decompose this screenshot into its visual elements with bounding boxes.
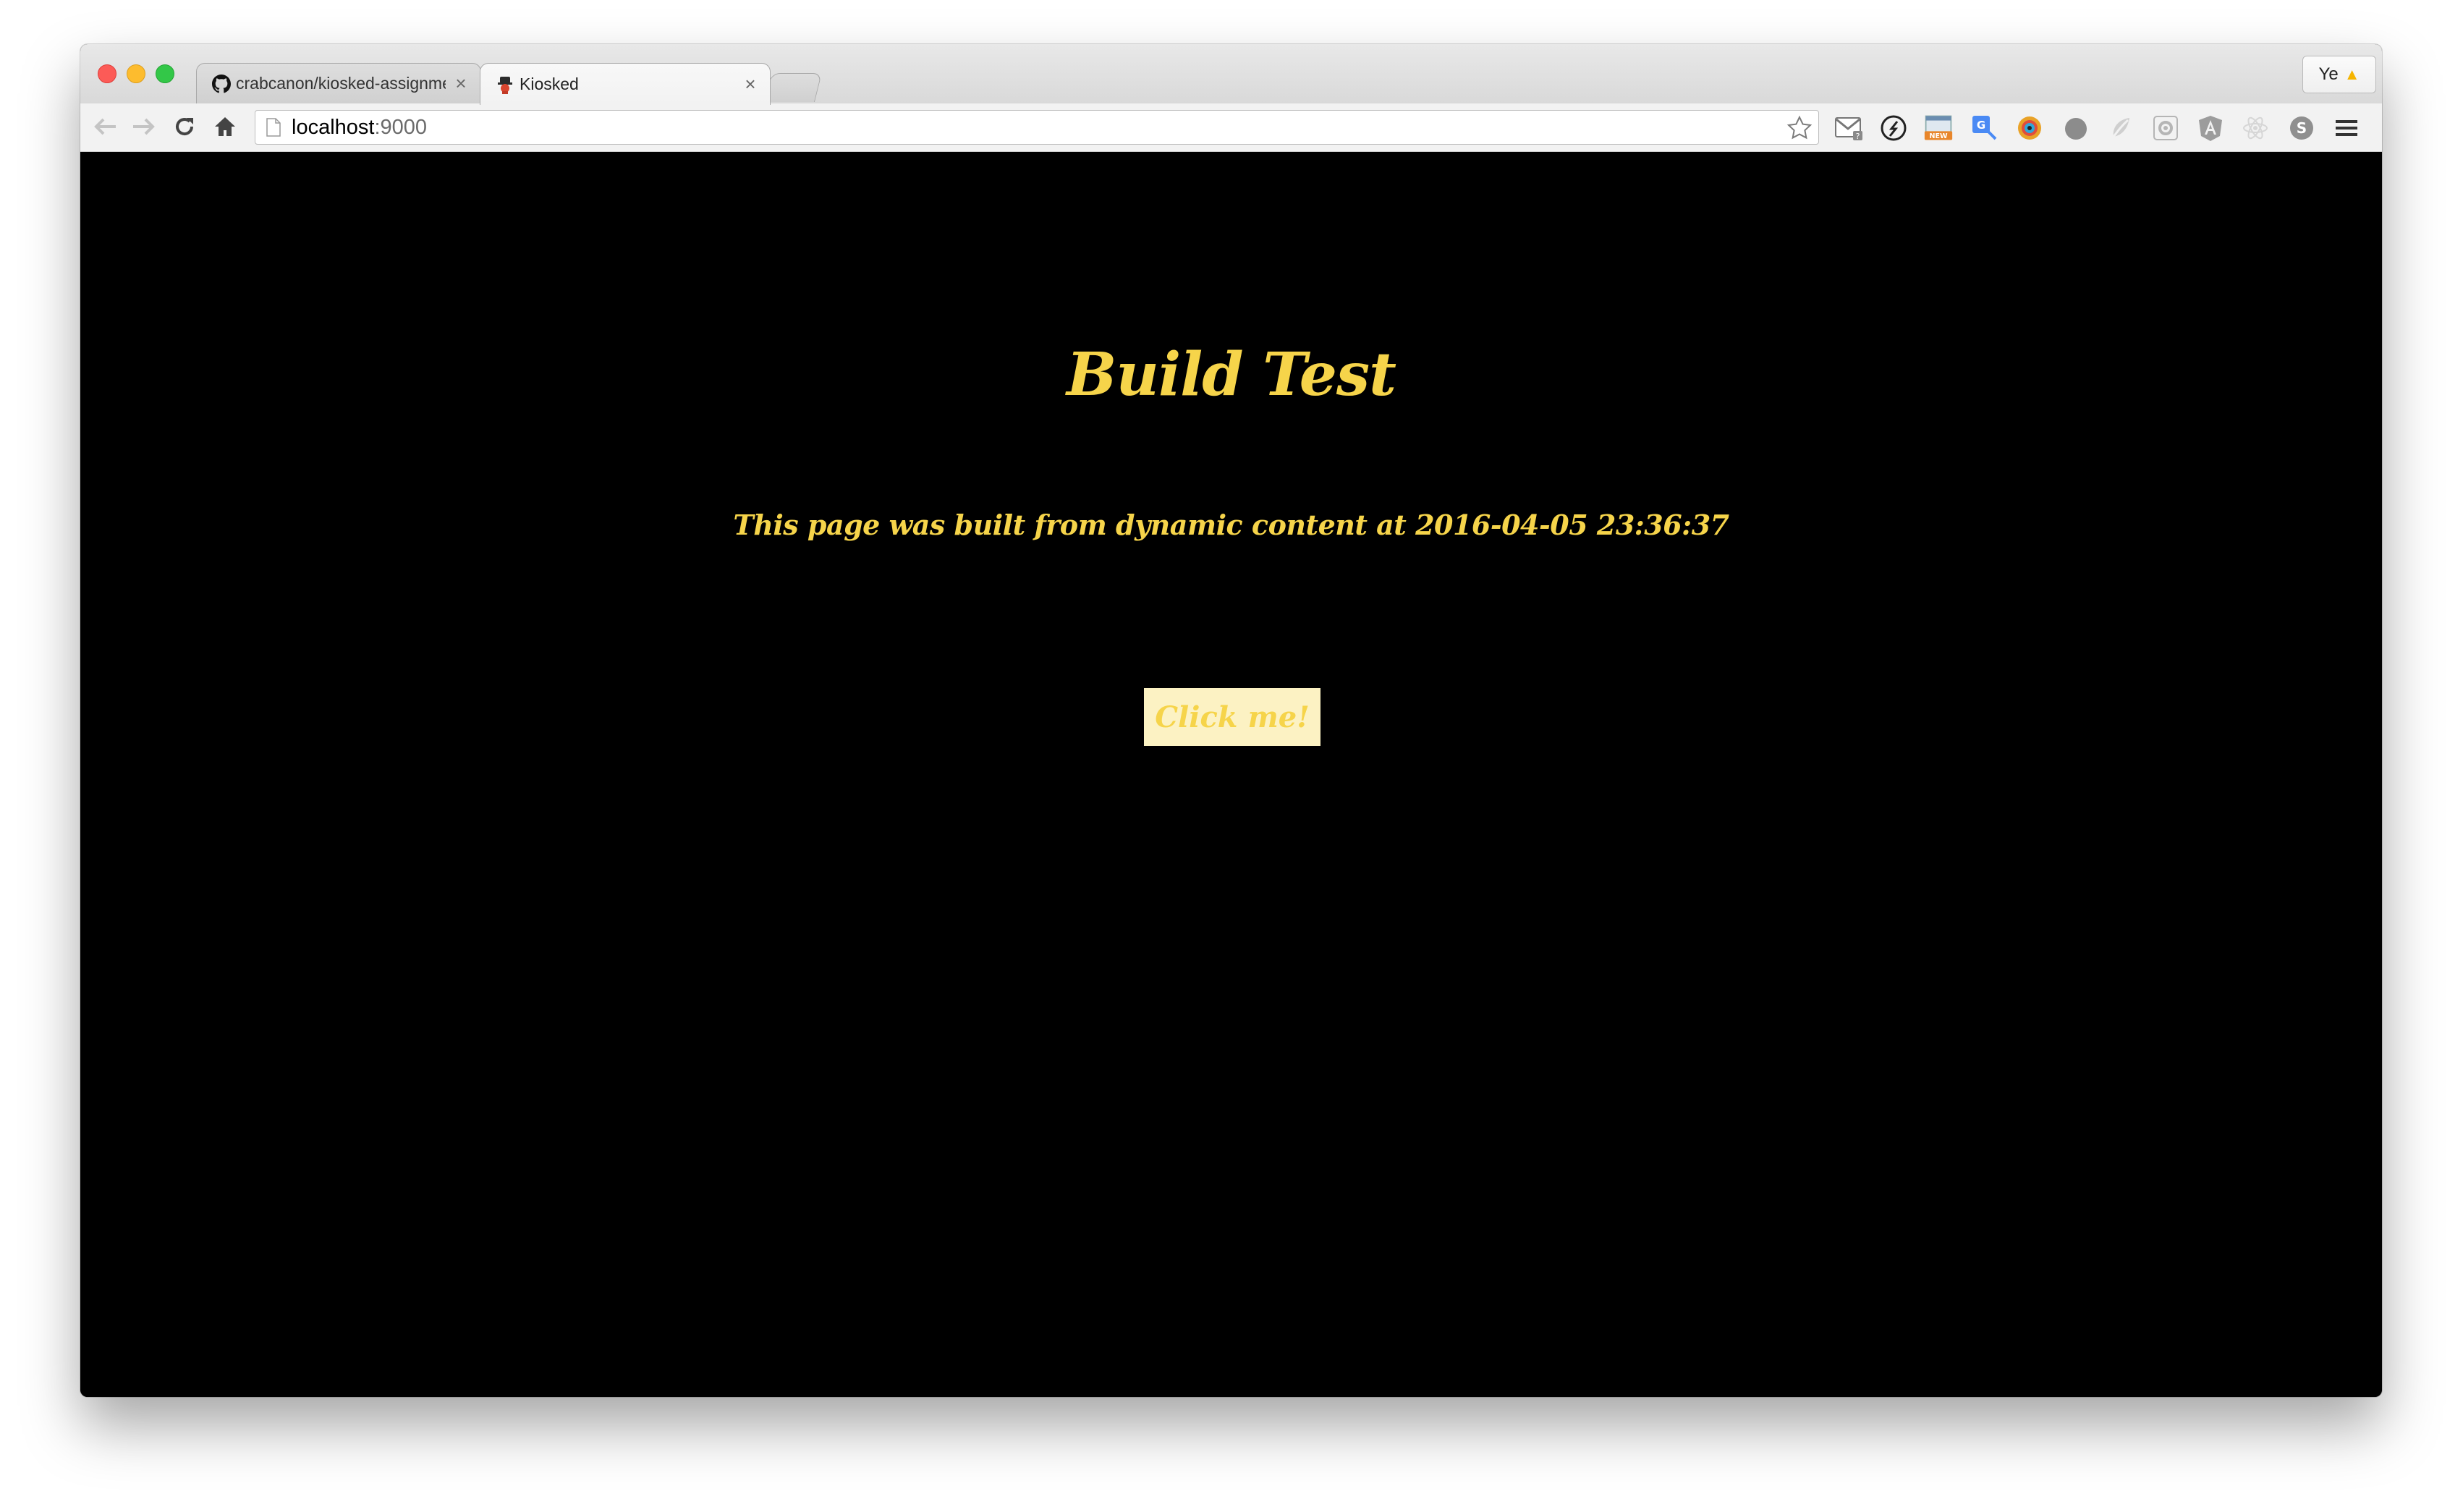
compass-icon[interactable] — [1879, 114, 1908, 143]
bookmark-star-icon[interactable] — [1786, 115, 1813, 141]
tab-strip: crabcanon/kiosked-assignment × Kiosked ×… — [80, 44, 2382, 105]
settings-cog-icon[interactable] — [2151, 114, 2180, 143]
new-tab-button[interactable] — [764, 73, 822, 102]
svg-text:G: G — [1977, 119, 1985, 132]
window-maximize-button[interactable] — [156, 64, 174, 83]
new-badge-label: NEW — [1929, 132, 1948, 140]
svg-text:?: ? — [1856, 132, 1860, 141]
circle-icon[interactable] — [2061, 114, 2090, 143]
tab-close-icon[interactable]: × — [452, 72, 470, 95]
warning-icon: ▲ — [2344, 65, 2360, 83]
kiosked-favicon — [495, 75, 515, 95]
tab-title: Kiosked — [520, 75, 579, 93]
leaf-icon[interactable] — [2106, 114, 2135, 143]
home-icon[interactable] — [211, 112, 239, 141]
page-viewport: Build Test This page was built from dyna… — [80, 152, 2382, 1397]
react-icon[interactable] — [2241, 114, 2270, 143]
build-timestamp-text: This page was built from dynamic content… — [733, 509, 1729, 541]
skype-icon[interactable]: S — [2287, 114, 2316, 143]
back-arrow-icon[interactable] — [90, 112, 119, 141]
tab-title: crabcanon/kiosked-assignment — [236, 74, 446, 93]
profile-button[interactable]: Ye ▲ — [2302, 56, 2376, 93]
window-close-button[interactable] — [98, 64, 116, 83]
tab-close-icon[interactable]: × — [741, 73, 760, 95]
translate-icon[interactable]: G — [1970, 114, 1999, 143]
url-host: localhost — [292, 115, 375, 139]
reload-icon[interactable] — [170, 112, 199, 141]
gmail-checker-icon[interactable]: ? — [1834, 114, 1863, 143]
forward-arrow-icon[interactable] — [130, 112, 158, 141]
browser-toolbar: localhost:9000 ? NEW G S — [80, 103, 2382, 152]
svg-text:S: S — [2297, 119, 2307, 137]
url-port: :9000 — [374, 115, 428, 139]
window-minimize-button[interactable] — [127, 64, 145, 83]
tab-kiosked[interactable]: Kiosked × — [480, 63, 771, 105]
browser-window: crabcanon/kiosked-assignment × Kiosked ×… — [80, 44, 2382, 1397]
github-icon — [211, 74, 232, 94]
address-bar[interactable]: localhost:9000 — [255, 110, 1819, 145]
menu-icon[interactable] — [2332, 114, 2361, 143]
click-me-button[interactable]: Click me! — [1144, 688, 1320, 746]
new-badge-icon[interactable]: NEW — [1924, 114, 1953, 143]
angular-icon[interactable] — [2196, 114, 2225, 143]
page-icon — [266, 118, 281, 137]
profile-label: Ye — [2318, 64, 2339, 84]
tab-github[interactable]: crabcanon/kiosked-assignment × — [196, 63, 481, 103]
color-picker-icon[interactable] — [2015, 114, 2044, 143]
page-title: Build Test — [1067, 340, 1396, 409]
